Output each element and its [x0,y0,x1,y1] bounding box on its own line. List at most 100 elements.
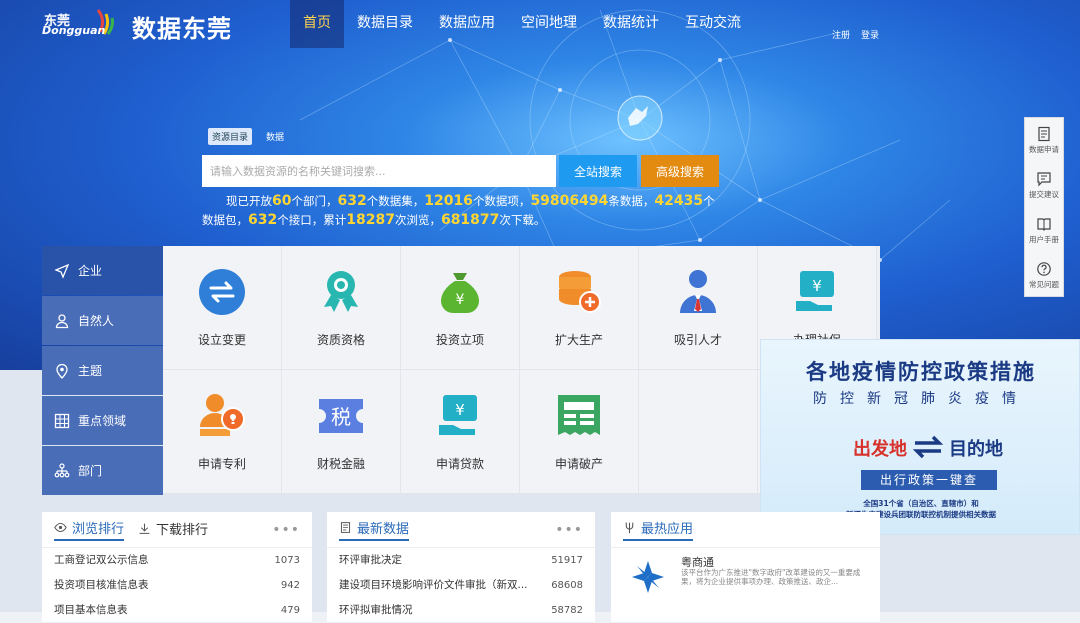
svg-text:¥: ¥ [456,292,465,308]
money-bag-icon: ¥ [441,273,479,313]
category-person[interactable]: 自然人 [42,296,163,345]
stats-value: 18287 [346,212,395,228]
service-bankruptcy[interactable]: 申请破产 [520,370,639,494]
stats-text: 个接口，累计 [277,213,347,227]
item-name: 环评审批决定 [339,554,402,566]
category-label: 自然人 [78,314,115,328]
person-icon [55,313,69,328]
side-toolbar: 数据申请 提交建议 用户手册 常见问题 [1024,117,1064,297]
service-investment[interactable]: ¥ 投资立项 [401,246,520,370]
data-request-tool[interactable]: 数据申请 [1025,118,1063,163]
tab-data[interactable]: 数据 [262,128,288,145]
item-count: 942 [280,580,300,591]
service-qualification[interactable]: 资质资格 [282,246,401,370]
category-key-areas[interactable]: 重点领域 [42,396,163,445]
list-item[interactable]: 环评审批决定 51917 [327,548,595,573]
tool-label: 常见问题 [1029,280,1059,289]
login-link[interactable]: 登录 [861,28,879,41]
search-tabs: 资源目录 数据 [208,128,288,145]
service-attract-talent[interactable]: 吸引人才 [639,246,758,370]
trident-icon [625,522,634,534]
logo-text-en: Dongguan [42,24,106,37]
item-name: 投资项目核准信息表 [54,579,149,591]
category-topic[interactable]: 主题 [42,346,163,395]
category-department[interactable]: 部门 [42,446,163,495]
document-icon [1038,126,1050,142]
list-item[interactable]: 工商登记双公示信息 1073 [42,548,312,573]
more-button[interactable]: ••• [272,522,300,538]
nav-home[interactable]: 首页 [290,0,344,48]
main-nav: 首页 数据目录 数据应用 空间地理 数据统计 互动交流 [290,0,754,48]
swap-arrows-icon [912,435,944,459]
stats-text: 现已开放 [226,194,272,208]
yueshangtong-logo[interactable] [629,558,667,596]
faq-tool[interactable]: 常见问题 [1025,253,1063,298]
nav-geo[interactable]: 空间地理 [508,0,590,48]
certificate-icon [324,271,358,312]
stats-text: 个数据集， [366,194,425,208]
tax-icon: 税 [319,399,363,433]
org-chart-icon [54,462,70,477]
service-label: 投资立项 [435,333,484,347]
item-count: 51917 [551,555,583,566]
site-header: 东莞 Dongguan 数据东莞 首页 数据目录 数据应用 空间地理 数据统计 … [0,0,1080,48]
nav-data-apps[interactable]: 数据应用 [426,0,508,48]
svg-text:税: 税 [331,405,351,429]
question-icon [1037,262,1051,276]
more-button[interactable]: ••• [555,522,583,538]
service-expand-production[interactable]: 扩大生产 [520,246,639,370]
user-manual-tool[interactable]: 用户手册 [1025,208,1063,253]
open-data-stats: 现已开放60个部门，632个数据集，12016个数据项，59806494条数据，… [202,192,722,230]
navigation-icon [54,263,70,279]
service-label: 申请破产 [554,457,603,471]
site-search-button[interactable]: 全站搜索 [559,155,637,187]
talent-icon [680,270,716,313]
banner-to: 目的地 [949,439,1003,460]
service-patent[interactable]: 申请专利 [163,370,282,494]
nav-interaction[interactable]: 互动交流 [672,0,754,48]
download-icon [139,523,150,534]
banner-title: 各地疫情防控政策措施 [806,360,1036,384]
suggestion-tool[interactable]: 提交建议 [1025,163,1063,208]
service-label: 扩大生产 [554,333,603,347]
app-description: 该平台作为广东推进"数字政府"改革建设的又一重要成果，将为企业提供事项办理、政策… [681,568,861,586]
tab-download-ranking[interactable]: 下载排行 [138,519,208,540]
tab-browse-ranking[interactable]: 浏览排行 [54,518,125,541]
advanced-search-button[interactable]: 高级搜索 [641,155,719,187]
service-tax-finance[interactable]: 税 财税金融 [282,370,401,494]
list-item[interactable]: 建设项目环境影响评价文件审批（新双... 68608 [327,573,595,598]
list-item[interactable]: 投资项目核准信息表 942 [42,573,312,598]
stats-text: 次浏览， [394,213,441,227]
category-enterprise[interactable]: 企业 [42,246,169,295]
nav-statistics[interactable]: 数据统计 [590,0,672,48]
tab-hot-apps[interactable]: 最热应用 [623,518,694,541]
card-header: 最新数据 ••• [327,512,595,548]
stats-value: 632 [248,212,278,228]
stats-value: 632 [337,193,367,209]
message-icon [1037,172,1051,187]
service-setup-change[interactable]: 设立变更 [163,246,282,370]
epidemic-policy-banner[interactable]: 各地疫情防控政策措施 防控新冠肺炎疫情 出发地 目的地 出行政策一键查 全国31… [760,339,1080,535]
tool-label: 数据申请 [1029,145,1059,154]
tab-resource-catalog[interactable]: 资源目录 [208,128,253,145]
category-label: 企业 [78,264,103,278]
list-item[interactable]: 环评拟审批情况 58782 [327,598,595,623]
tab-latest-data[interactable]: 最新数据 [339,518,410,541]
item-name: 工商登记双公示信息 [54,554,149,566]
register-link[interactable]: 注册 [832,28,850,41]
service-loan[interactable]: ¥ 申请贷款 [401,370,520,494]
site-title[interactable]: 数据东莞 [132,9,232,44]
database-add-icon [559,271,601,313]
banner-query-button[interactable]: 出行政策一键查 [861,470,997,490]
book-icon [1037,218,1051,231]
service-label: 设立变更 [197,333,246,347]
tab-label: 浏览排行 [72,522,125,537]
nav-data-catalog[interactable]: 数据目录 [344,0,426,48]
item-count: 1073 [274,555,300,566]
service-label: 财税金融 [316,457,365,471]
exchange-icon [199,269,245,315]
stats-value: 681877 [440,212,500,228]
search-input[interactable] [202,155,556,187]
item-name: 建设项目环境影响评价文件审批（新双... [339,579,528,591]
list-item[interactable]: 项目基本信息表 479 [42,598,312,623]
